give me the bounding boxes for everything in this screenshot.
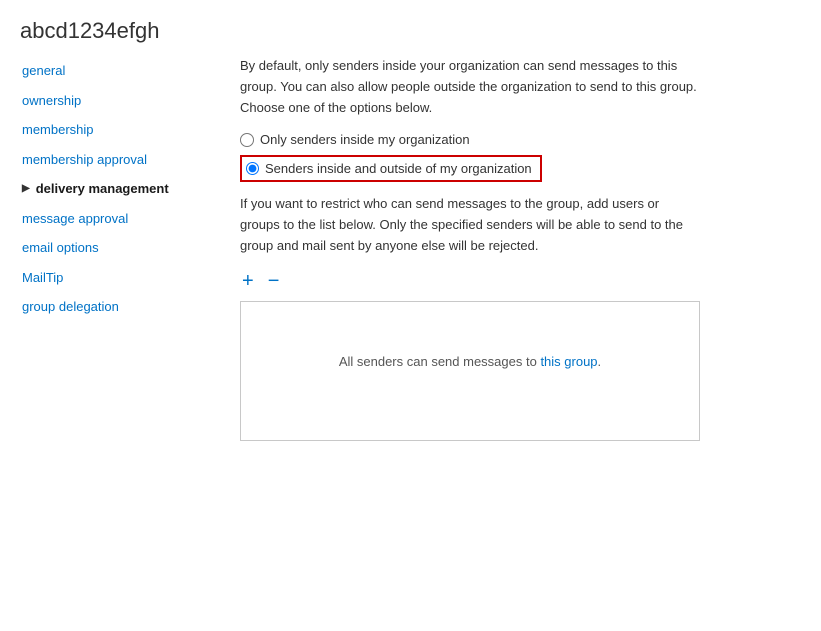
sidebar-item-label: group delegation xyxy=(22,297,119,317)
sidebar: general ownership membership membership app… xyxy=(0,56,230,471)
sidebar-item-label: general xyxy=(22,61,65,81)
sidebar-item-general[interactable]: general xyxy=(20,56,220,86)
radio-option-2-highlighted[interactable]: Senders inside and outside of my organiz… xyxy=(240,155,542,182)
sidebar-item-message-approval[interactable]: message approval xyxy=(20,204,220,234)
radio-inside[interactable] xyxy=(240,133,254,147)
remove-sender-button[interactable]: − xyxy=(266,271,282,291)
sidebar-item-label: MailTip xyxy=(22,268,63,288)
sidebar-item-delivery-management[interactable]: ▶ delivery management xyxy=(20,174,220,204)
sidebar-item-group-delegation[interactable]: group delegation xyxy=(20,292,220,322)
group-link: this group xyxy=(540,354,597,369)
radio-outside[interactable] xyxy=(246,162,259,175)
sidebar-item-mailtip[interactable]: MailTip xyxy=(20,263,220,293)
sidebar-item-label: delivery management xyxy=(36,179,169,199)
radio-option-1[interactable]: Only senders inside my organization xyxy=(240,132,791,147)
senders-empty-message: All senders can send messages to this gr… xyxy=(255,354,685,369)
sidebar-item-ownership[interactable]: ownership xyxy=(20,86,220,116)
sidebar-item-email-options[interactable]: email options xyxy=(20,233,220,263)
description-text: By default, only senders inside your org… xyxy=(240,56,700,118)
arrow-icon: ▶ xyxy=(22,181,30,196)
sidebar-item-label: ownership xyxy=(22,91,81,111)
sidebar-item-label: email options xyxy=(22,238,99,258)
page-title: abcd1234efgh xyxy=(0,0,821,56)
add-sender-button[interactable]: + xyxy=(240,271,256,291)
radio-outside-label[interactable]: Senders inside and outside of my organiz… xyxy=(265,161,532,176)
sidebar-item-label: message approval xyxy=(22,209,128,229)
sidebar-item-membership-approval[interactable]: membership approval xyxy=(20,145,220,175)
main-content: By default, only senders inside your org… xyxy=(230,56,821,471)
toolbar: + − xyxy=(240,271,791,291)
restriction-text: If you want to restrict who can send mes… xyxy=(240,194,700,256)
radio-inside-label[interactable]: Only senders inside my organization xyxy=(260,132,470,147)
senders-box: All senders can send messages to this gr… xyxy=(240,301,700,441)
sidebar-item-label: membership approval xyxy=(22,150,147,170)
sidebar-item-membership[interactable]: membership xyxy=(20,115,220,145)
sidebar-item-label: membership xyxy=(22,120,94,140)
